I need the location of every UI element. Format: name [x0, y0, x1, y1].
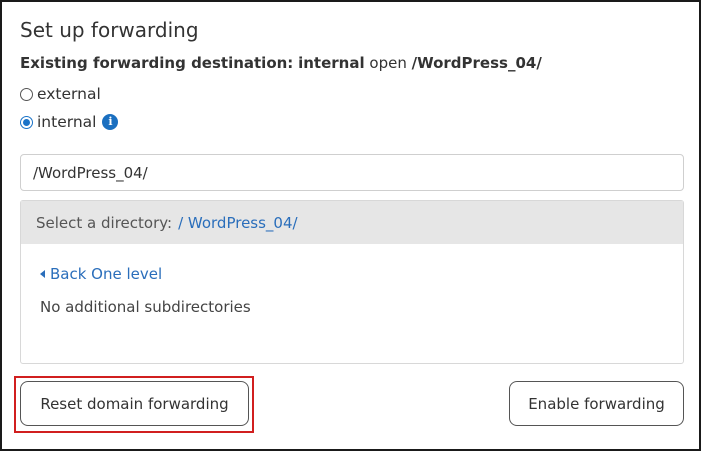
page-title: Set up forwarding [20, 18, 199, 42]
existing-action: open [369, 54, 407, 72]
back-one-level-link[interactable]: Back One level [40, 265, 162, 283]
directory-header: Select a directory: / WordPress_04/ [21, 201, 683, 244]
reset-forwarding-button[interactable]: Reset domain forwarding [20, 381, 249, 426]
external-radio[interactable] [20, 88, 33, 101]
empty-message: No additional subdirectories [40, 298, 251, 316]
directory-header-label: Select a directory: [36, 213, 173, 232]
forwarding-dialog: Set up forwarding Existing forwarding de… [0, 0, 701, 451]
internal-radio[interactable] [20, 116, 33, 129]
path-input[interactable] [20, 154, 684, 191]
caret-left-icon [40, 270, 45, 278]
directory-current-path[interactable]: / WordPress_04/ [178, 214, 298, 232]
external-label[interactable]: external [37, 85, 101, 103]
option-internal[interactable]: internal i [20, 113, 119, 131]
directory-panel: Select a directory: / WordPress_04/ Back… [20, 200, 684, 364]
existing-path: /WordPress_04/ [411, 54, 542, 72]
internal-label[interactable]: internal [37, 113, 96, 131]
existing-type: internal [298, 54, 365, 72]
info-icon[interactable]: i [102, 114, 119, 130]
back-link-label[interactable]: Back One level [50, 265, 162, 283]
option-external[interactable]: external [20, 85, 101, 103]
enable-forwarding-button[interactable]: Enable forwarding [509, 381, 684, 426]
existing-destination: Existing forwarding destination: interna… [20, 54, 542, 72]
existing-prefix: Existing forwarding destination: [20, 54, 294, 72]
